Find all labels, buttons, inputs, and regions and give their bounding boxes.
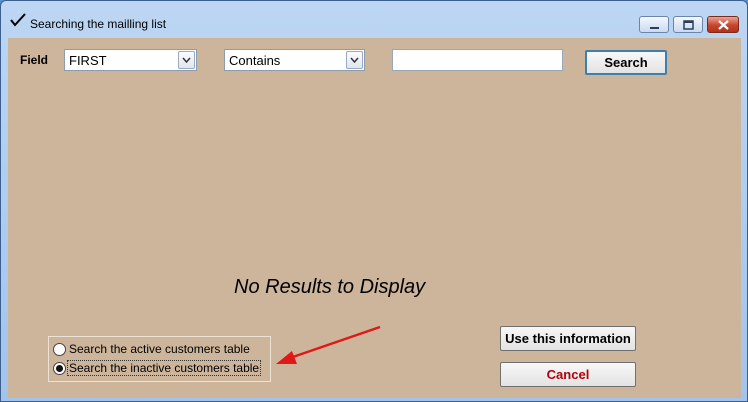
- close-button[interactable]: [707, 16, 739, 33]
- minimize-button[interactable]: [639, 16, 669, 33]
- dialog-window: Searching the mailling list Field FIRST …: [0, 0, 748, 402]
- radio-label[interactable]: Search the inactive customers table: [66, 360, 262, 376]
- radio-label[interactable]: Search the active customers table: [69, 342, 250, 356]
- cancel-button[interactable]: Cancel: [500, 362, 636, 387]
- checkmark-icon: [10, 13, 26, 27]
- radio-button-selected[interactable]: [53, 362, 66, 375]
- chevron-down-icon[interactable]: [178, 51, 195, 69]
- red-arrow-icon: [276, 325, 381, 364]
- radio-active-customers[interactable]: Search the active customers table: [53, 341, 269, 359]
- title-bar[interactable]: Searching the mailling list: [1, 1, 747, 35]
- radio-inactive-customers[interactable]: Search the inactive customers table: [53, 360, 269, 378]
- operator-dropdown-value: Contains: [229, 53, 281, 68]
- operator-dropdown[interactable]: Contains: [224, 49, 365, 71]
- table-choice-group: Search the active customers table Search…: [48, 336, 271, 382]
- field-dropdown[interactable]: FIRST: [64, 49, 197, 71]
- use-information-button[interactable]: Use this information: [500, 326, 636, 351]
- close-icon: [718, 20, 729, 30]
- field-label: Field: [20, 53, 49, 67]
- dialog-client-area: Field FIRST Contains Search No Results t…: [8, 38, 741, 398]
- field-dropdown-value: FIRST: [69, 53, 107, 68]
- no-results-message: No Results to Display: [234, 276, 426, 298]
- window-title: Searching the mailling list: [30, 17, 167, 31]
- maximize-button[interactable]: [673, 16, 703, 33]
- chevron-down-icon[interactable]: [346, 51, 363, 69]
- radio-button[interactable]: [53, 343, 66, 356]
- minimize-icon: [650, 27, 659, 29]
- maximize-icon: [683, 20, 694, 30]
- search-input[interactable]: [392, 49, 563, 71]
- search-button[interactable]: Search: [585, 50, 667, 75]
